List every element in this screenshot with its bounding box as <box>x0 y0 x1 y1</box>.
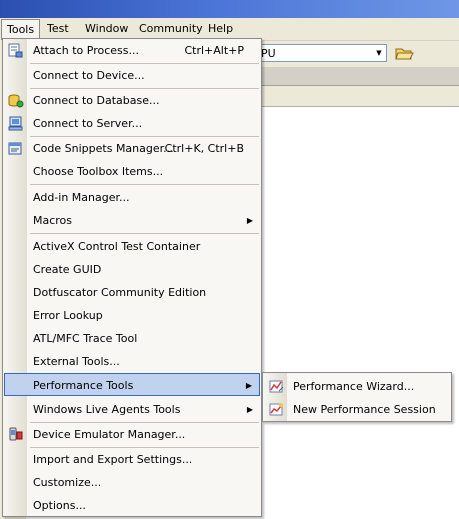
menu-item-label: Code Snippets Manager... <box>33 142 174 155</box>
menu-item-choose-toolbox-items[interactable]: Choose Toolbox Items... <box>4 160 260 183</box>
menu-item-label: Dotfuscator Community Edition <box>33 286 207 299</box>
submenu-arrow-icon: ▶ <box>246 405 253 414</box>
menu-item-performance-tools[interactable]: Performance Tools ▶ <box>4 373 260 396</box>
performance-session-icon <box>268 401 285 418</box>
performance-tools-submenu: Performance Wizard... New Performance Se… <box>262 372 452 422</box>
menu-item-label: Options... <box>33 499 86 512</box>
menu-item-add-in-manager[interactable]: Add-in Manager... <box>4 186 260 209</box>
database-icon <box>7 92 24 109</box>
menu-item-error-lookup[interactable]: Error Lookup <box>4 304 260 327</box>
menu-item-label: External Tools... <box>33 355 120 368</box>
solution-platform-dropdown[interactable]: PU ▼ <box>257 44 387 62</box>
menu-item-label: Import and Export Settings... <box>33 453 193 466</box>
menu-item-label: Create GUID <box>33 263 102 276</box>
menu-item-external-tools[interactable]: External Tools... <box>4 350 260 373</box>
menu-item-label: ATL/MFC Trace Tool <box>33 332 138 345</box>
emulator-icon <box>7 426 24 443</box>
menu-item-label: Connect to Device... <box>33 69 145 82</box>
menu-item-macros[interactable]: Macros ▶ <box>4 209 260 232</box>
menu-item-customize[interactable]: Customize... <box>4 471 260 494</box>
tools-menu: Attach to Process... Ctrl+Alt+P Connect … <box>2 38 262 517</box>
device-icon <box>7 67 24 84</box>
snippets-icon <box>7 140 24 157</box>
menu-item-label: Performance Tools <box>33 379 134 392</box>
open-folder-icon <box>395 48 414 60</box>
title-bar <box>0 0 459 18</box>
attach-process-icon <box>7 42 24 59</box>
menu-item-label: Connect to Database... <box>33 94 160 107</box>
menu-separator <box>30 233 259 234</box>
menu-tools[interactable]: Tools <box>1 19 41 40</box>
menu-item-label: Performance Wizard... <box>293 380 415 393</box>
menu-item-options[interactable]: Options... <box>4 494 260 517</box>
menu-item-performance-wizard[interactable]: Performance Wizard... <box>264 375 450 398</box>
dropdown-arrow-icon[interactable]: ▼ <box>374 47 384 59</box>
menu-item-device-emulator-manager[interactable]: Device Emulator Manager... <box>4 423 260 446</box>
menu-item-label: Attach to Process... <box>33 44 139 57</box>
menu-test[interactable]: Test <box>42 21 74 37</box>
menu-item-label: Macros <box>33 214 73 227</box>
menu-item-label: Error Lookup <box>33 309 103 322</box>
menu-item-attach-to-process[interactable]: Attach to Process... Ctrl+Alt+P <box>4 39 260 62</box>
submenu-arrow-icon: ▶ <box>245 381 252 390</box>
menu-item-label: Windows Live Agents Tools <box>33 403 181 416</box>
menu-window[interactable]: Window <box>80 21 133 37</box>
menu-item-label: Choose Toolbox Items... <box>33 165 164 178</box>
menu-separator <box>30 184 259 185</box>
menu-item-label: ActiveX Control Test Container <box>33 240 201 253</box>
menu-item-label: Customize... <box>33 476 102 489</box>
menu-item-label: Connect to Server... <box>33 117 143 130</box>
menu-item-connect-to-database[interactable]: Connect to Database... <box>4 89 260 112</box>
menu-item-atl-mfc-trace-tool[interactable]: ATL/MFC Trace Tool <box>4 327 260 350</box>
menu-item-import-export-settings[interactable]: Import and Export Settings... <box>4 448 260 471</box>
menu-item-shortcut: Ctrl+K, Ctrl+B <box>164 142 244 155</box>
menu-help[interactable]: Help <box>203 21 238 37</box>
menu-item-code-snippets-manager[interactable]: Code Snippets Manager... Ctrl+K, Ctrl+B <box>4 137 260 160</box>
menu-community[interactable]: Community <box>134 21 208 37</box>
menu-item-connect-to-device[interactable]: Connect to Device... <box>4 64 260 87</box>
platform-value: PU <box>261 47 276 60</box>
menu-item-label: Device Emulator Manager... <box>33 428 186 441</box>
menu-item-label: Add-in Manager... <box>33 191 130 204</box>
menu-item-shortcut: Ctrl+Alt+P <box>184 44 244 57</box>
performance-wizard-icon <box>268 378 285 395</box>
server-icon <box>7 115 24 132</box>
menu-item-windows-live-agents-tools[interactable]: Windows Live Agents Tools ▶ <box>4 398 260 421</box>
menu-item-label: New Performance Session <box>293 403 436 416</box>
open-folder-button[interactable] <box>393 43 415 63</box>
menu-item-activex-control-test-container[interactable]: ActiveX Control Test Container <box>4 235 260 258</box>
menu-item-new-performance-session[interactable]: New Performance Session <box>264 398 450 421</box>
menu-item-connect-to-server[interactable]: Connect to Server... <box>4 112 260 135</box>
menu-item-create-guid[interactable]: Create GUID <box>4 258 260 281</box>
submenu-arrow-icon: ▶ <box>246 216 253 225</box>
menu-item-dotfuscator[interactable]: Dotfuscator Community Edition <box>4 281 260 304</box>
